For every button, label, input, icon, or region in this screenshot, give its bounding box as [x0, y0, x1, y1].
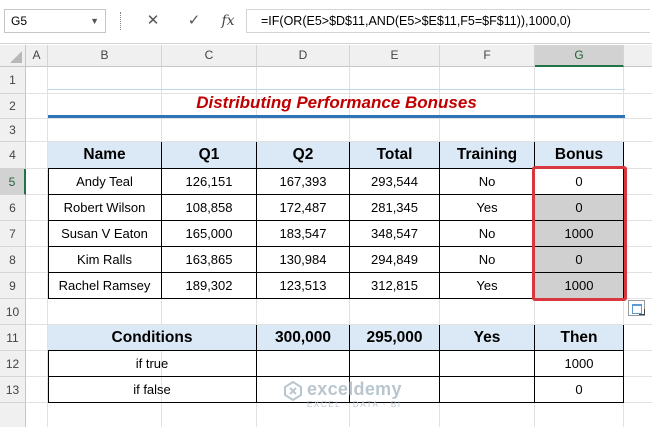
table-cell[interactable]: 123,513	[257, 273, 350, 299]
column-header-d[interactable]: D	[257, 45, 350, 67]
bonus-cell-active[interactable]: 0	[535, 169, 624, 195]
threshold-total-cell[interactable]: 300,000	[257, 325, 350, 351]
header-name[interactable]: Name	[48, 142, 162, 169]
select-all-button[interactable]	[0, 45, 26, 67]
column-header-g[interactable]: G	[535, 45, 624, 67]
formula-bar: G5 ▼ ✕ ✓ fx =IF(OR(E5>$D$11,AND(E5>$E$11…	[0, 0, 652, 44]
watermark-tagline: EXCEL · DATA · BI	[307, 400, 402, 409]
table-cell[interactable]: Robert Wilson	[48, 195, 162, 221]
drag-handle[interactable]	[119, 12, 122, 30]
row-header-6[interactable]: 6	[0, 195, 26, 221]
row-header-5[interactable]: 5	[0, 169, 26, 195]
row-header-8[interactable]: 8	[0, 247, 26, 273]
enter-icon[interactable]: ✓	[183, 10, 205, 32]
table-cell[interactable]: 183,547	[257, 221, 350, 247]
header-total[interactable]: Total	[350, 142, 440, 169]
table-cell[interactable]: 0	[535, 377, 624, 403]
column-header-f[interactable]: F	[440, 45, 535, 67]
table-cell[interactable]: No	[440, 247, 535, 273]
table-cell[interactable]: Rachel Ramsey	[48, 273, 162, 299]
column-header-a[interactable]: A	[26, 45, 48, 67]
table-cell[interactable]: 294,849	[350, 247, 440, 273]
table-cell[interactable]: 163,865	[162, 247, 257, 273]
threshold-training-total-cell[interactable]: 295,000	[350, 325, 440, 351]
table-cell[interactable]: if false	[48, 377, 257, 403]
row-header-14[interactable]	[0, 403, 26, 427]
table-cell[interactable]	[257, 351, 350, 377]
table-cell[interactable]: 189,302	[162, 273, 257, 299]
name-box-value: G5	[11, 14, 28, 28]
watermark-name: exceldemy	[307, 379, 402, 399]
table-cell[interactable]: 281,345	[350, 195, 440, 221]
column-header-c[interactable]: C	[162, 45, 257, 67]
name-box[interactable]: G5 ▼	[4, 9, 106, 33]
table-cell[interactable]: 348,547	[350, 221, 440, 247]
table-cell[interactable]: 165,000	[162, 221, 257, 247]
row-header-9[interactable]: 9	[0, 273, 26, 299]
exceldemy-watermark: exceldemy EXCEL · DATA · BI	[283, 378, 443, 418]
table-cell[interactable]: No	[440, 221, 535, 247]
quick-analysis-icon[interactable]	[628, 300, 645, 316]
bonus-cell[interactable]: 0	[535, 195, 624, 221]
table-cell[interactable]	[440, 351, 535, 377]
formula-input[interactable]: =IF(OR(E5>$D$11,AND(E5>$E$11,F5=$F$11)),…	[246, 9, 650, 33]
row-header-3[interactable]: 3	[0, 119, 26, 142]
row-header-1[interactable]: 1	[0, 67, 26, 94]
row-header-2[interactable]: 2	[0, 94, 26, 119]
table-cell[interactable]: 312,815	[350, 273, 440, 299]
table-cell[interactable]: Susan V Eaton	[48, 221, 162, 247]
bonus-cell[interactable]: 0	[535, 247, 624, 273]
table-cell[interactable]	[440, 377, 535, 403]
conditions-header[interactable]: Conditions	[48, 325, 257, 351]
insert-function-icon[interactable]: fx	[217, 10, 239, 32]
row-header-13[interactable]: 13	[0, 377, 26, 403]
row-header-12[interactable]: 12	[0, 351, 26, 377]
table-cell[interactable]: Kim Ralls	[48, 247, 162, 273]
table-cell[interactable]: if true	[48, 351, 257, 377]
row-header-11[interactable]: 11	[0, 325, 26, 351]
table-cell[interactable]: Yes	[440, 273, 535, 299]
header-bonus[interactable]: Bonus	[535, 142, 624, 169]
table-cell[interactable]: No	[440, 169, 535, 195]
column-header-b[interactable]: B	[48, 45, 162, 67]
table-cell[interactable]: 108,858	[162, 195, 257, 221]
table-cell[interactable]: Andy Teal	[48, 169, 162, 195]
table-cell[interactable]	[350, 351, 440, 377]
header-q1[interactable]: Q1	[162, 142, 257, 169]
table-cell[interactable]: 167,393	[257, 169, 350, 195]
table-cell[interactable]: 172,487	[257, 195, 350, 221]
table-cell[interactable]: 293,544	[350, 169, 440, 195]
header-training[interactable]: Training	[440, 142, 535, 169]
cancel-icon[interactable]: ✕	[142, 10, 164, 32]
training-condition-cell[interactable]: Yes	[440, 325, 535, 351]
table-cell[interactable]: 1000	[535, 351, 624, 377]
column-header-e[interactable]: E	[350, 45, 440, 67]
title-underline	[48, 115, 625, 118]
chevron-down-icon[interactable]: ▼	[90, 10, 99, 32]
row-header-7[interactable]: 7	[0, 221, 26, 247]
bonus-cell[interactable]: 1000	[535, 273, 624, 299]
then-header[interactable]: Then	[535, 325, 624, 351]
row-header-10[interactable]: 10	[0, 299, 26, 325]
table-cell[interactable]: Yes	[440, 195, 535, 221]
header-q2[interactable]: Q2	[257, 142, 350, 169]
bonus-cell[interactable]: 1000	[535, 221, 624, 247]
row-header-4[interactable]: 4	[0, 142, 26, 169]
table-cell[interactable]: 130,984	[257, 247, 350, 273]
exceldemy-logo-icon	[284, 381, 302, 401]
sheet-title[interactable]: Distributing Performance Bonuses	[48, 89, 625, 116]
column-header-h[interactable]	[624, 45, 652, 67]
table-cell[interactable]: 126,151	[162, 169, 257, 195]
